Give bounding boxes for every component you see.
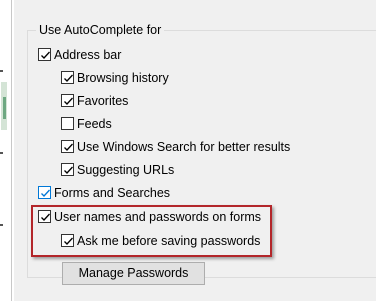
checkbox-box[interactable] [61,117,74,130]
checkbox-label: Suggesting URLs [77,162,175,177]
checkbox-feeds[interactable]: Feeds [61,114,112,133]
checkbox-box[interactable] [38,48,51,61]
checkbox-label: Use Windows Search for better results [77,139,291,154]
window-border [11,0,12,301]
checkmark-icon [64,97,73,105]
checkmark-icon [41,189,50,197]
checkmark-icon [64,74,73,82]
manage-passwords-button[interactable]: Manage Passwords [62,262,205,285]
checkbox-box[interactable] [61,163,74,176]
checkbox-box[interactable] [61,94,74,107]
checkbox-browsing-history[interactable]: Browsing history [61,68,169,87]
groupbox-title: Use AutoComplete for [36,22,165,38]
checkbox-label: Address bar [54,47,122,62]
checkbox-label: Favorites [77,93,129,108]
background-accent-dark [3,97,6,119]
checkbox-label: Forms and Searches [54,185,171,200]
tick-mark [0,70,3,72]
tick-mark [0,224,3,226]
checkbox-favorites[interactable]: Favorites [61,91,128,110]
checkbox-suggesting-urls[interactable]: Suggesting URLs [61,160,174,179]
checkbox-windows-search[interactable]: Use Windows Search for better results [61,137,290,156]
checkmark-icon [41,51,50,59]
checkbox-label: Feeds [77,116,112,131]
checkbox-forms-and-searches[interactable]: Forms and Searches [38,183,170,202]
checkbox-box[interactable] [38,186,51,199]
checkmark-icon [64,143,73,151]
checkmark-icon [64,166,73,174]
checkbox-address-bar[interactable]: Address bar [38,45,121,64]
background-window-edge [0,0,14,301]
checkbox-label: Browsing history [77,70,169,85]
tick-mark [0,152,3,154]
annotation-highlight-box [31,205,272,257]
checkbox-box[interactable] [61,71,74,84]
checkbox-box[interactable] [61,140,74,153]
